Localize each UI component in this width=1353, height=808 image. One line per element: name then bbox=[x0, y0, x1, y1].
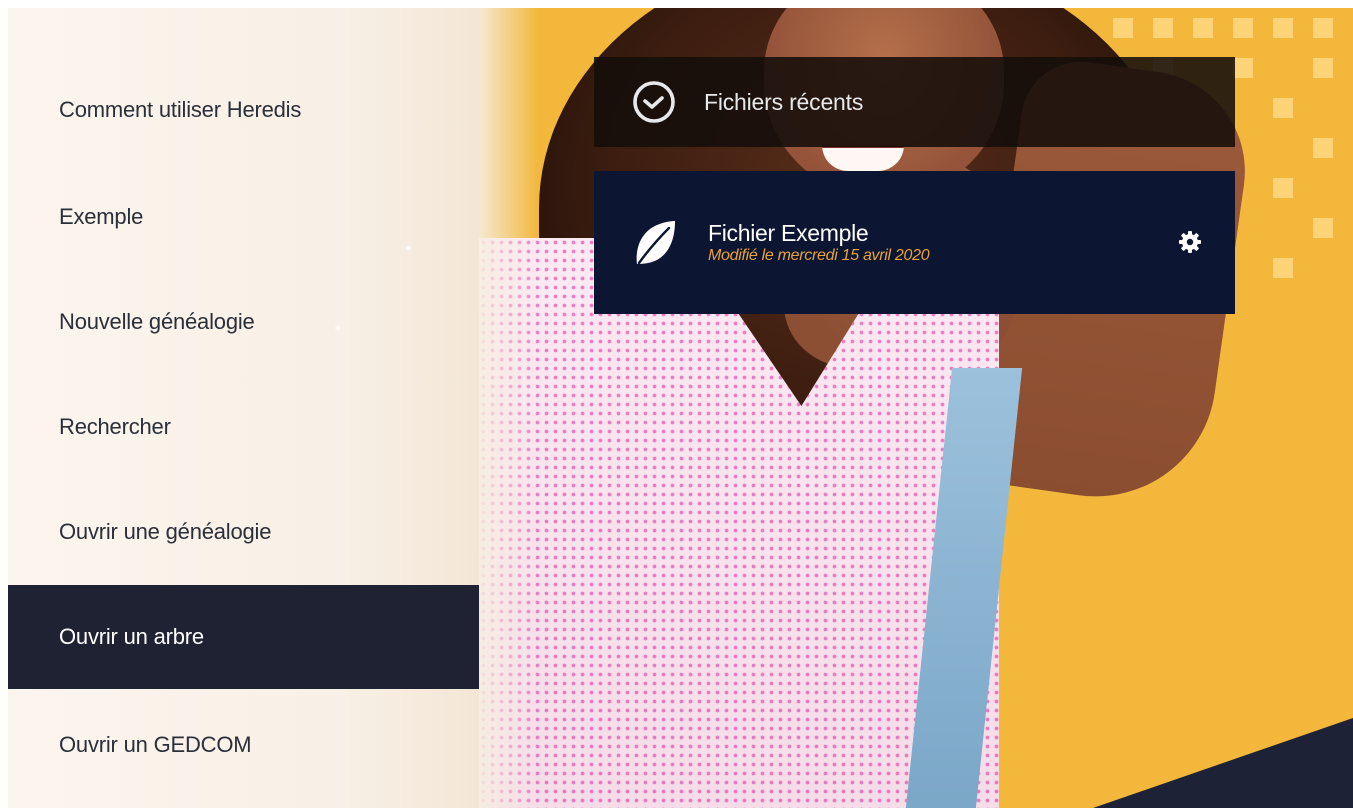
sidebar-fade bbox=[479, 8, 539, 808]
decor-tile bbox=[1313, 138, 1333, 158]
menu-item-label: Ouvrir un arbre bbox=[59, 624, 204, 649]
decor-tile bbox=[1273, 258, 1293, 278]
decor-tile bbox=[1313, 58, 1333, 78]
smile-shape bbox=[822, 145, 904, 171]
menu-item-example[interactable]: Exemple bbox=[8, 165, 479, 269]
menu-item-open-tree[interactable]: Ouvrir un arbre bbox=[8, 585, 479, 689]
decor-tile bbox=[1273, 178, 1293, 198]
corner-shape bbox=[1093, 718, 1353, 808]
sidebar-menu: Comment utiliser Heredis Exemple Nouvell… bbox=[8, 8, 539, 808]
file-modified-date: Modifié le mercredi 15 avril 2020 bbox=[708, 247, 930, 264]
decor-tile bbox=[1233, 58, 1253, 78]
decor-tile bbox=[1313, 218, 1333, 238]
recent-files-header: Fichiers récents bbox=[594, 57, 1235, 147]
menu-item-search[interactable]: Rechercher bbox=[8, 375, 479, 479]
menu-item-open-genealogy[interactable]: Ouvrir une généalogie bbox=[8, 480, 479, 584]
decor-tile bbox=[1273, 18, 1293, 38]
decor-tile bbox=[1233, 18, 1253, 38]
menu-item-label: Exemple bbox=[59, 204, 144, 229]
menu-item-label: Comment utiliser Heredis bbox=[59, 97, 302, 122]
menu-item-label: Nouvelle généalogie bbox=[59, 309, 255, 334]
gear-icon[interactable] bbox=[1177, 229, 1203, 255]
recent-file-item[interactable]: Fichier Exemple Modifié le mercredi 15 a… bbox=[594, 171, 1235, 314]
decor-tile bbox=[1193, 18, 1213, 38]
menu-item-how-to-use[interactable]: Comment utiliser Heredis bbox=[8, 58, 479, 162]
decor-tile bbox=[1153, 18, 1173, 38]
leaf-icon bbox=[630, 218, 680, 268]
menu-item-new-genealogy[interactable]: Nouvelle généalogie bbox=[8, 270, 479, 374]
decor-tile bbox=[1313, 18, 1333, 38]
decor-tile bbox=[1273, 98, 1293, 118]
clock-icon bbox=[630, 78, 678, 126]
app-window: Comment utiliser Heredis Exemple Nouvell… bbox=[8, 8, 1353, 808]
file-info: Fichier Exemple Modifié le mercredi 15 a… bbox=[708, 220, 930, 265]
menu-item-label: Ouvrir une généalogie bbox=[59, 519, 272, 544]
file-name: Fichier Exemple bbox=[708, 220, 869, 246]
menu-item-label: Ouvrir un GEDCOM bbox=[59, 732, 252, 757]
recent-files-title: Fichiers récents bbox=[704, 88, 864, 115]
menu-item-open-gedcom[interactable]: Ouvrir un GEDCOM bbox=[8, 693, 479, 797]
decor-tile bbox=[1113, 18, 1133, 38]
menu-item-label: Rechercher bbox=[59, 414, 171, 439]
